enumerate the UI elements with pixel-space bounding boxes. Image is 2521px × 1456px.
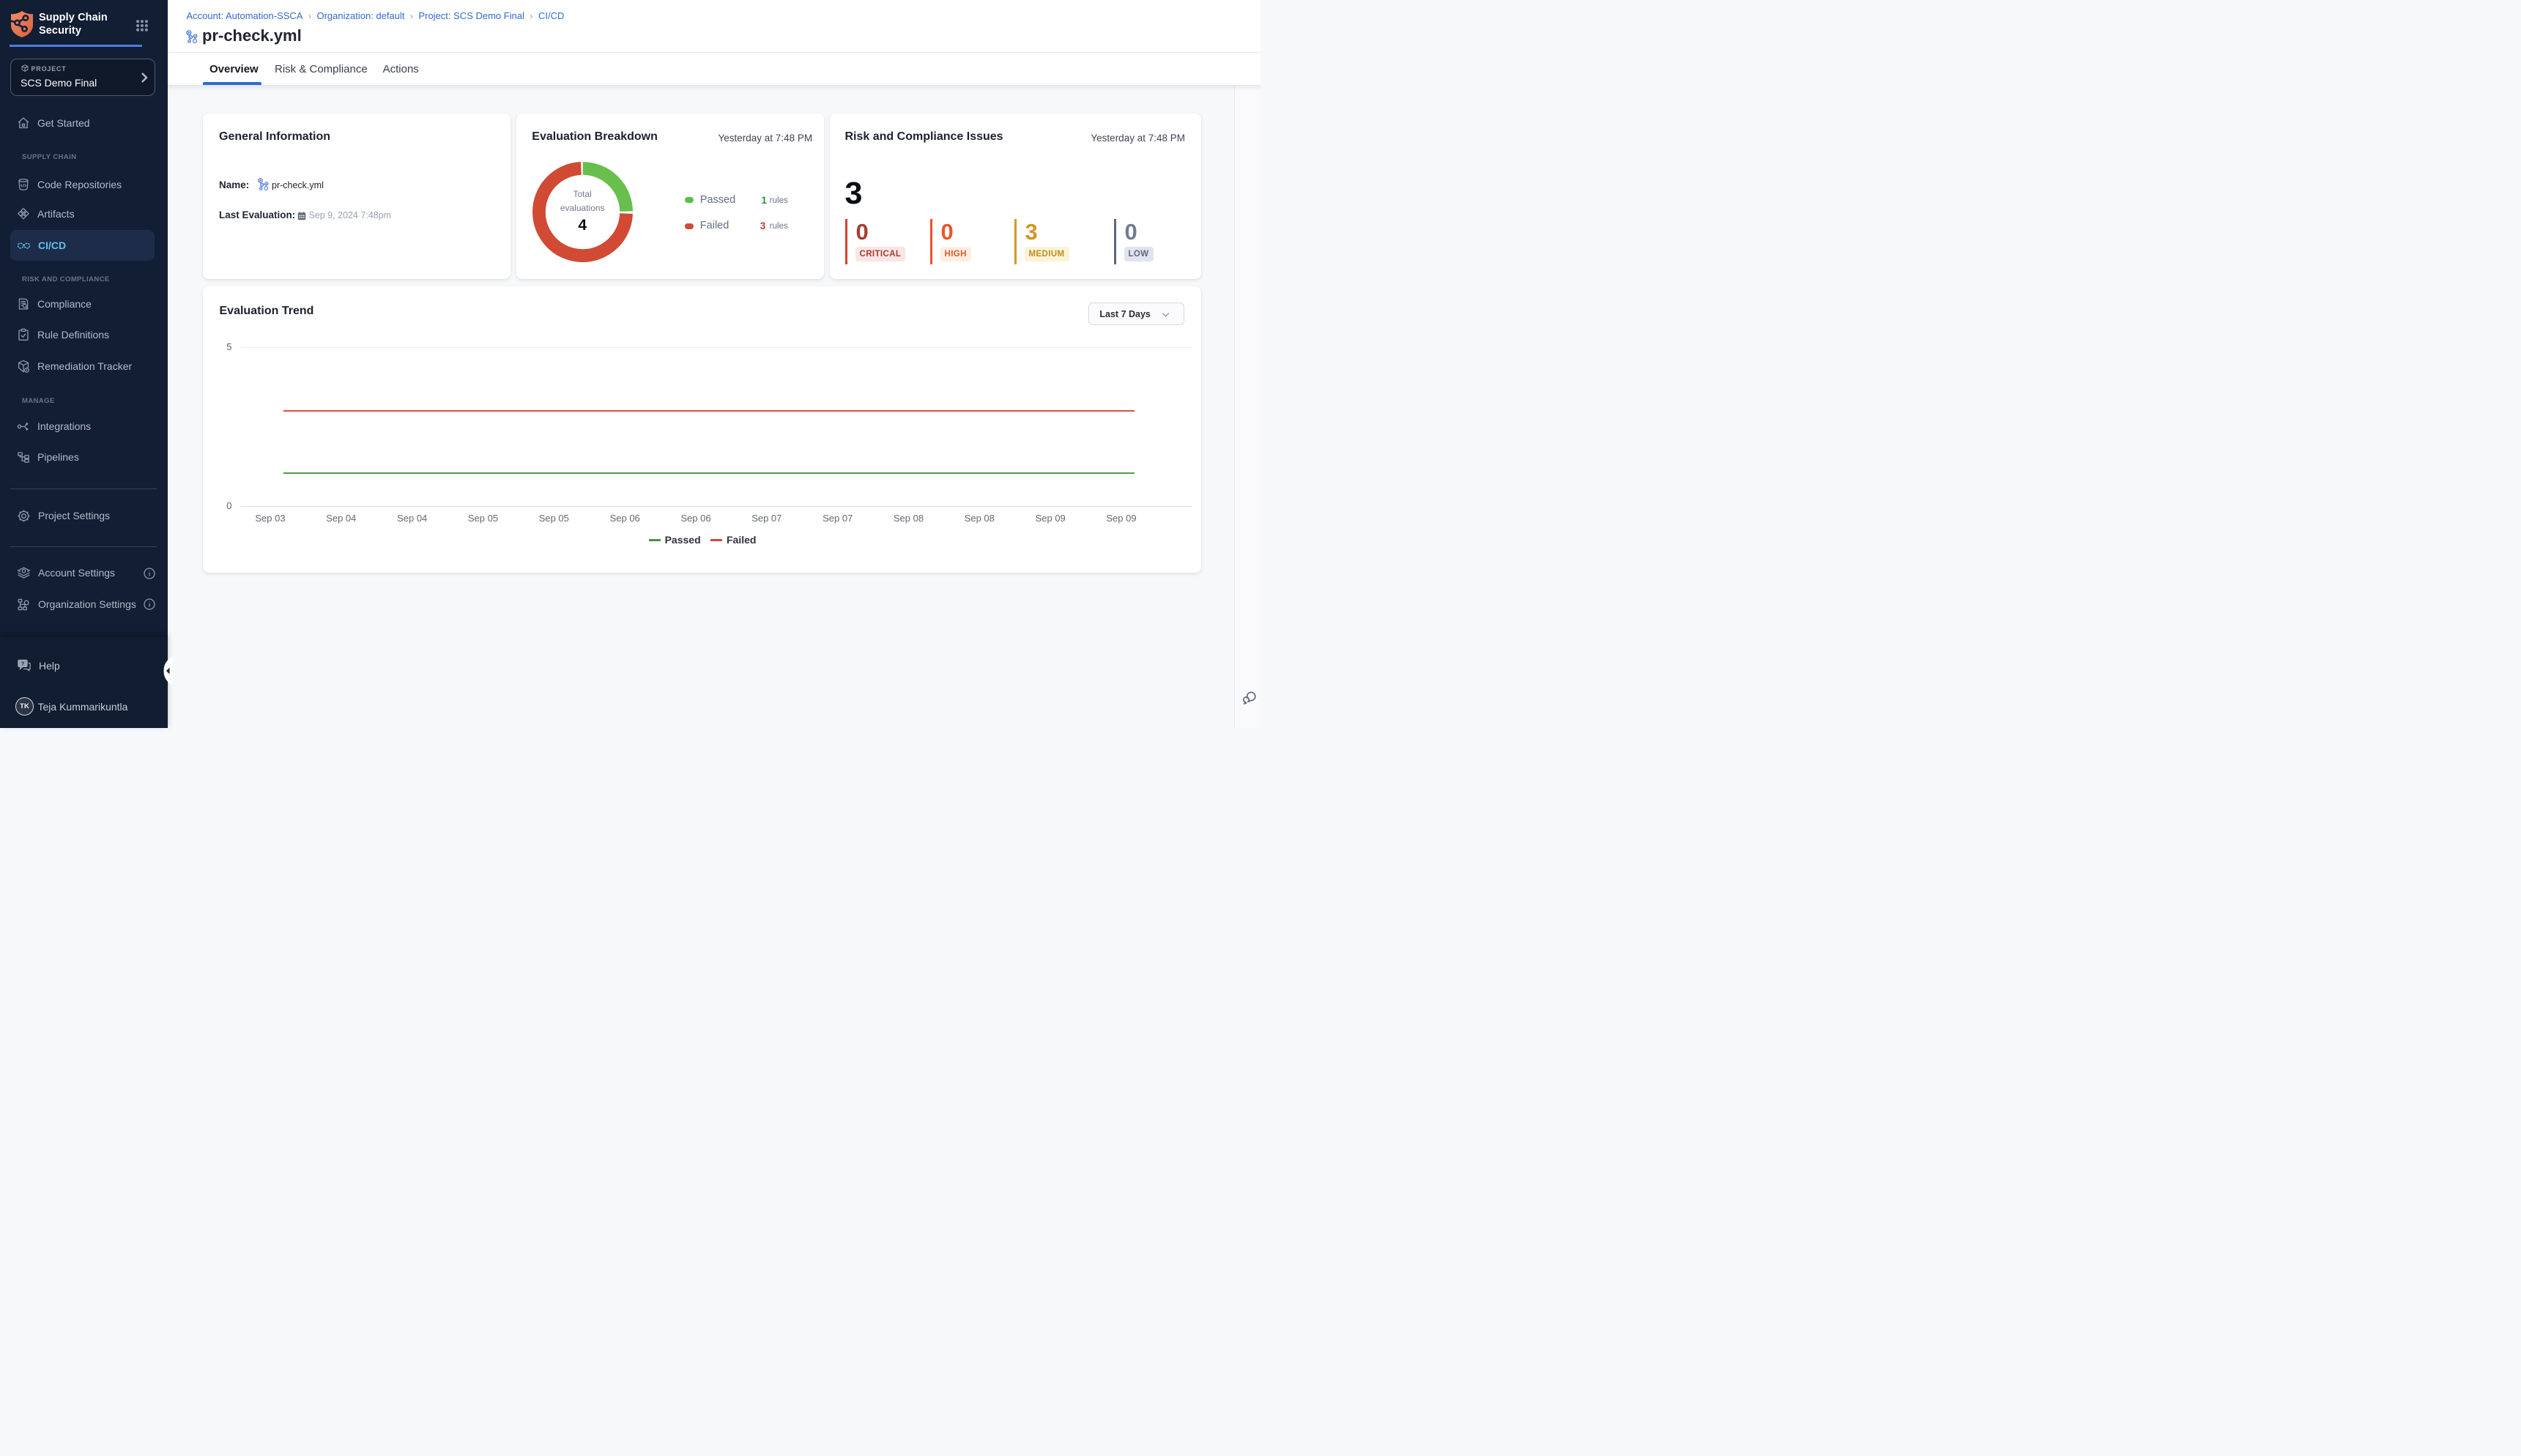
svg-text:?: ?: [21, 660, 24, 666]
